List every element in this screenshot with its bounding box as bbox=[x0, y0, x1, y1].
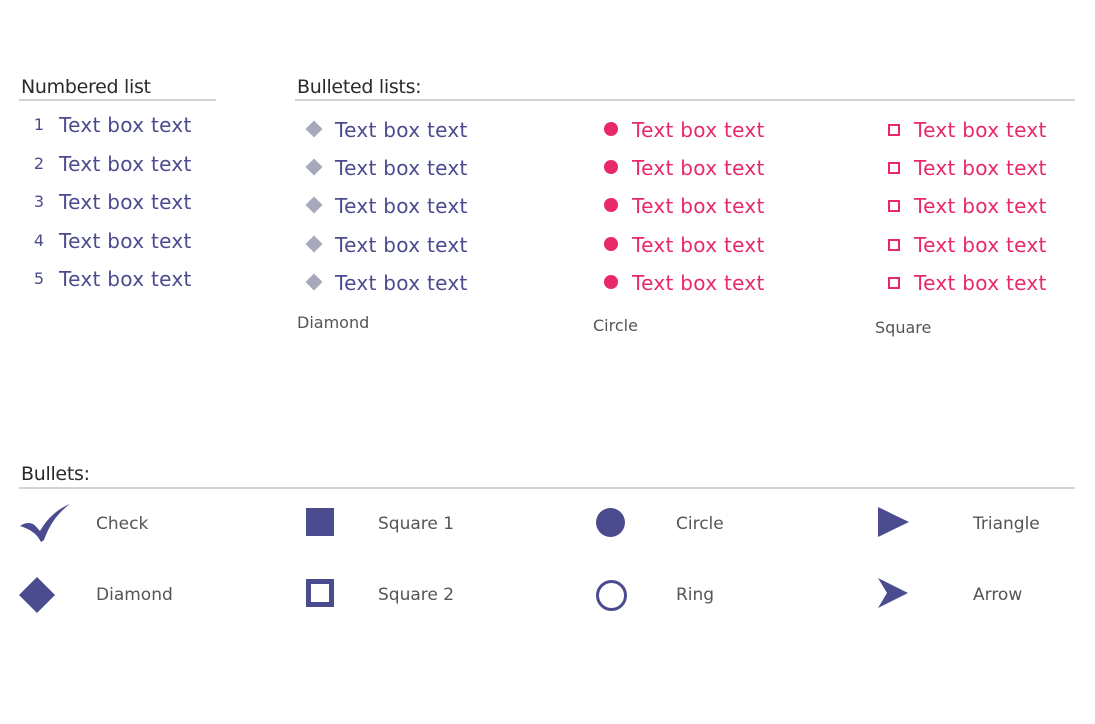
item-text: Text box text bbox=[59, 152, 192, 176]
item-text: Text box text bbox=[335, 118, 468, 142]
square-icon bbox=[888, 200, 900, 212]
diamond-icon bbox=[19, 577, 55, 613]
list-item: Text box text bbox=[888, 194, 1088, 218]
check-icon bbox=[20, 504, 70, 542]
list-item: Text box text bbox=[305, 118, 565, 142]
list-item: Text box text bbox=[604, 271, 864, 295]
ring-icon bbox=[596, 580, 627, 611]
bullet-label: Square 2 bbox=[378, 585, 455, 605]
item-text: Text box text bbox=[632, 156, 765, 180]
bullet-label: Square 1 bbox=[378, 514, 455, 534]
diamond-icon bbox=[305, 196, 323, 214]
bullet-label: Ring bbox=[676, 585, 715, 605]
hollow-square-icon bbox=[306, 579, 334, 607]
circle-icon bbox=[604, 275, 618, 289]
item-text: Text box text bbox=[335, 271, 468, 295]
item-number: 3 bbox=[33, 192, 44, 211]
diamond-icon bbox=[305, 120, 323, 138]
circle-icon bbox=[604, 160, 618, 174]
item-number: 5 bbox=[33, 269, 44, 288]
list-item: Text box text bbox=[305, 156, 565, 180]
item-text: Text box text bbox=[914, 156, 1047, 180]
item-text: Text box text bbox=[632, 118, 765, 142]
filled-square-icon bbox=[306, 508, 334, 536]
square-icon bbox=[888, 277, 900, 289]
diamond-icon bbox=[305, 273, 323, 291]
item-number: 2 bbox=[33, 154, 44, 173]
item-text: Text box text bbox=[335, 156, 468, 180]
item-text: Text box text bbox=[914, 233, 1047, 257]
arrow-icon bbox=[878, 578, 908, 608]
bullet-label: Diamond bbox=[96, 585, 173, 605]
square-icon bbox=[888, 124, 900, 136]
triangle-icon bbox=[878, 507, 909, 537]
list-item: Text box text bbox=[888, 233, 1088, 257]
item-text: Text box text bbox=[59, 229, 192, 253]
item-text: Text box text bbox=[914, 271, 1047, 295]
list-item: Text box text bbox=[604, 118, 864, 142]
list-caption: Square bbox=[875, 318, 932, 337]
diamond-icon bbox=[305, 235, 323, 253]
list-item: Text box text bbox=[888, 118, 1088, 142]
numbered-list-divider bbox=[19, 99, 216, 101]
item-text: Text box text bbox=[59, 113, 192, 137]
item-text: Text box text bbox=[59, 190, 192, 214]
bulleted-lists-divider bbox=[295, 99, 1075, 101]
item-text: Text box text bbox=[632, 233, 765, 257]
item-text: Text box text bbox=[632, 271, 765, 295]
item-text: Text box text bbox=[914, 194, 1047, 218]
bulleted-lists-title: Bulleted lists: bbox=[297, 76, 422, 98]
filled-circle-icon bbox=[596, 508, 625, 537]
list-item: Text box text bbox=[305, 233, 565, 257]
item-number: 1 bbox=[33, 115, 44, 134]
list-item: Text box text bbox=[888, 156, 1088, 180]
bullet-label: Check bbox=[96, 514, 149, 534]
circle-icon bbox=[604, 122, 618, 136]
item-text: Text box text bbox=[914, 118, 1047, 142]
bullet-label: Triangle bbox=[973, 514, 1040, 534]
diamond-icon bbox=[305, 158, 323, 176]
circle-icon bbox=[604, 237, 618, 251]
item-text: Text box text bbox=[335, 194, 468, 218]
circle-icon bbox=[604, 198, 618, 212]
bullet-label: Arrow bbox=[973, 585, 1023, 605]
list-caption: Circle bbox=[593, 316, 638, 335]
bullets-title: Bullets: bbox=[21, 463, 90, 485]
list-item: Text box text bbox=[604, 156, 864, 180]
list-item: Text box text bbox=[888, 271, 1088, 295]
list-item: Text box text bbox=[604, 194, 864, 218]
item-text: Text box text bbox=[335, 233, 468, 257]
bullets-divider bbox=[19, 487, 1075, 489]
list-caption: Diamond bbox=[297, 313, 370, 332]
list-item: Text box text bbox=[305, 271, 565, 295]
bullet-label: Circle bbox=[676, 514, 724, 534]
item-number: 4 bbox=[33, 231, 44, 250]
list-item: Text box text bbox=[305, 194, 565, 218]
square-icon bbox=[888, 162, 900, 174]
list-item: Text box text bbox=[604, 233, 864, 257]
item-text: Text box text bbox=[59, 267, 192, 291]
numbered-list-title: Numbered list bbox=[21, 76, 151, 98]
item-text: Text box text bbox=[632, 194, 765, 218]
square-icon bbox=[888, 239, 900, 251]
